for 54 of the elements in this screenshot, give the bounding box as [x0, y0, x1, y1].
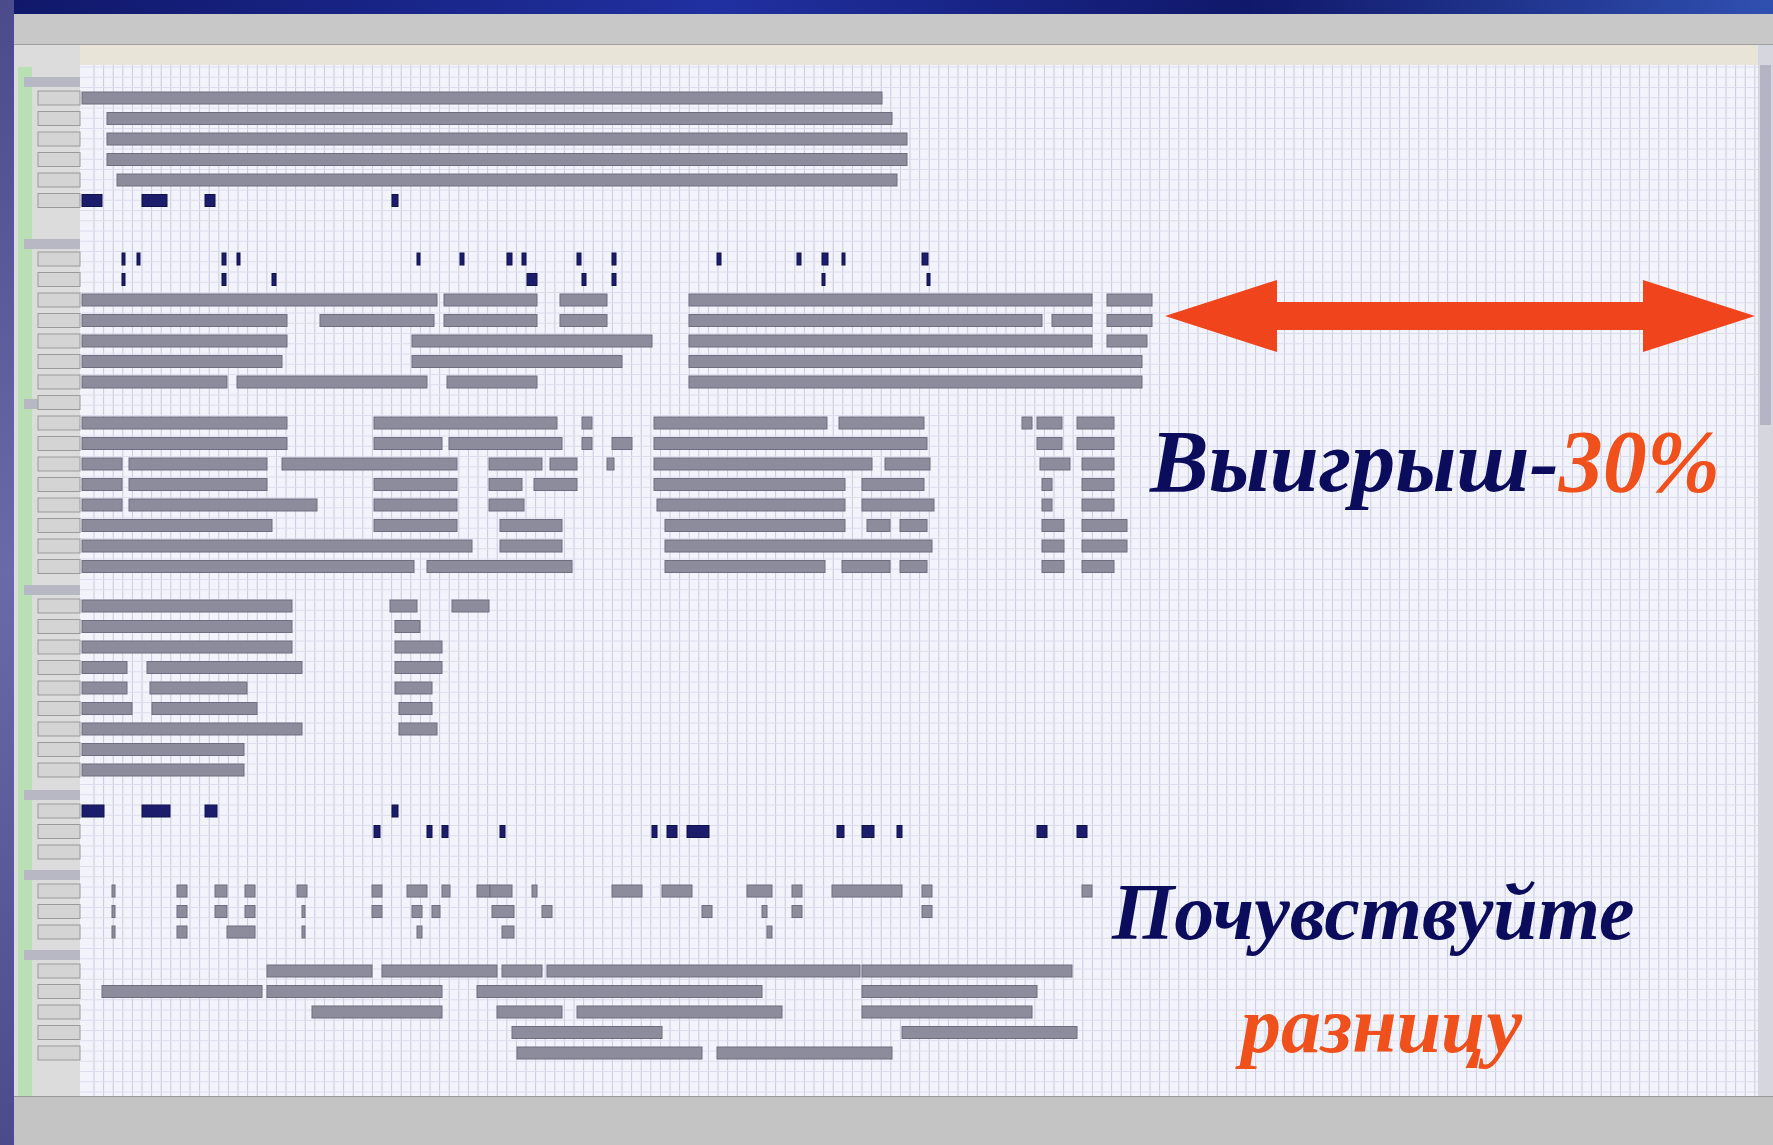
row-label-button[interactable]	[37, 333, 81, 349]
row-label-button[interactable]	[37, 152, 81, 167]
row-label-button[interactable]	[37, 538, 81, 554]
row-label-button[interactable]	[37, 395, 81, 410]
row-label-button[interactable]	[37, 721, 81, 737]
double-arrow-icon	[1165, 280, 1755, 352]
row-label-button[interactable]	[37, 1004, 81, 1020]
row-label-button[interactable]	[37, 292, 81, 308]
row-label-button[interactable]	[37, 456, 81, 472]
row-label-button[interactable]	[37, 193, 81, 208]
row-label-button[interactable]	[37, 415, 81, 431]
row-label-button[interactable]	[37, 111, 81, 126]
row-label-button[interactable]	[37, 680, 81, 696]
row-label-button[interactable]	[37, 984, 81, 999]
scrollbar-thumb[interactable]	[1760, 65, 1771, 425]
row-label-button[interactable]	[37, 172, 81, 188]
row-label-button[interactable]	[37, 762, 81, 778]
row-label-button[interactable]	[37, 272, 81, 287]
section-header	[24, 77, 80, 87]
row-label-button[interactable]	[37, 131, 81, 147]
row-label-button[interactable]	[37, 803, 81, 819]
row-label-button[interactable]	[37, 497, 81, 513]
section-header	[24, 870, 80, 880]
row-label-button[interactable]	[37, 883, 81, 899]
row-label-button[interactable]	[37, 701, 81, 716]
row-label-button[interactable]	[37, 598, 81, 614]
gain-label: Выигрыш-	[1150, 412, 1559, 512]
row-label-button[interactable]	[37, 639, 81, 655]
row-label-button[interactable]	[37, 1045, 81, 1061]
row-label-button[interactable]	[37, 963, 81, 979]
row-label-button[interactable]	[37, 904, 81, 919]
row-label-button[interactable]	[37, 313, 81, 328]
row-label-button[interactable]	[37, 251, 81, 267]
section-header	[24, 790, 80, 800]
row-label-button[interactable]	[37, 1025, 81, 1040]
section-header	[24, 239, 80, 249]
row-label-button[interactable]	[37, 559, 81, 574]
tagline-text: Почувствуйте	[1112, 867, 1635, 958]
row-label-button[interactable]	[37, 660, 81, 675]
row-label-button[interactable]	[37, 436, 81, 451]
row-label-button[interactable]	[37, 374, 81, 390]
row-label-button[interactable]	[37, 619, 81, 634]
row-label-button[interactable]	[37, 477, 81, 492]
gain-value: 30%	[1558, 412, 1721, 512]
section-header	[24, 585, 80, 595]
row-label-button[interactable]	[37, 844, 81, 860]
row-label-button[interactable]	[37, 354, 81, 369]
row-label-button[interactable]	[37, 90, 81, 106]
row-label-button[interactable]	[37, 742, 81, 757]
tagline-text: разницу	[1225, 965, 1537, 1085]
row-label-button[interactable]	[37, 924, 81, 940]
section-header	[24, 950, 80, 960]
row-label-button[interactable]	[37, 518, 81, 533]
row-label-button[interactable]	[37, 824, 81, 839]
